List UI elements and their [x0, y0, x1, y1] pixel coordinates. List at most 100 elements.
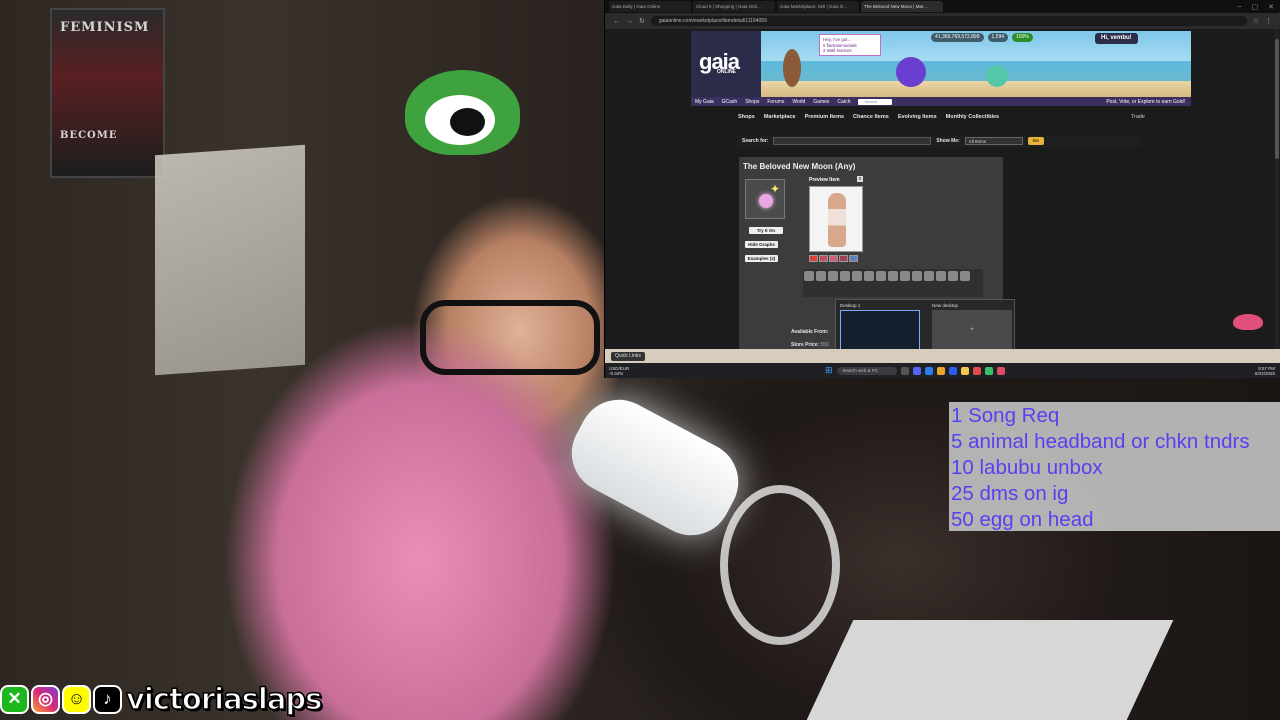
market-search-input[interactable] [773, 137, 932, 145]
browser-tab[interactable]: Gaia Marketplace: Sell | Gaia O… [777, 1, 859, 12]
subnav-evolving[interactable]: Evolving Items [898, 114, 937, 120]
variant-icon[interactable] [840, 271, 850, 281]
variant-icon[interactable] [936, 271, 946, 281]
store-price: Store Price: 550 [791, 342, 829, 348]
pink-pet-sprite [1233, 314, 1263, 330]
trade-link[interactable]: Trade [1131, 114, 1145, 120]
social-handles: ✕ ◎ ☺ ♪ victoriaslaps [0, 681, 323, 717]
app-icon[interactable] [924, 366, 933, 375]
currency-bar: 41,369,769,572,899 1,594 100% [931, 33, 1033, 42]
app-icon[interactable] [996, 366, 1005, 375]
subnav-marketplace[interactable]: Marketplace [764, 114, 796, 120]
maximize-icon[interactable]: ▢ [1252, 3, 1259, 11]
folder-icon[interactable] [960, 366, 969, 375]
url-field[interactable]: gaiaonline.com/marketplace/itemdetail/11… [650, 16, 1247, 26]
try-on-button[interactable]: Try It On [749, 227, 783, 234]
forward-icon[interactable]: → [626, 18, 633, 25]
reload-icon[interactable]: ↻ [639, 17, 645, 25]
swatch[interactable] [829, 255, 838, 262]
pet-sprite [986, 65, 1008, 87]
user-greeting[interactable]: Hi, vembu! [1095, 33, 1138, 44]
chrome-icon[interactable] [936, 366, 945, 375]
new-desktop-button[interactable]: + [932, 310, 1012, 350]
subnav-shops[interactable]: Shops [738, 114, 755, 120]
variant-icon[interactable] [900, 271, 910, 281]
swatch[interactable] [809, 255, 818, 262]
subnav-premium[interactable]: Premium Items [805, 114, 844, 120]
browser-tab[interactable]: Gaia Daily | Gaia Online [609, 1, 691, 12]
social-handle-text: victoriaslaps [125, 681, 323, 717]
subnav-monthly[interactable]: Monthly Collectibles [946, 114, 999, 120]
available-from-label: Available From: [791, 329, 829, 335]
notification-box[interactable]: Hey, I've got... 5 flamanimanials 2 Wall… [819, 34, 881, 56]
nav-item[interactable]: GCash [722, 99, 738, 105]
desktop1-thumbnail[interactable] [840, 310, 920, 350]
nav-item[interactable]: My Gaia [695, 99, 714, 105]
taskbar-apps: ⊞ Search web & PC [825, 365, 1005, 376]
variant-icon[interactable] [924, 271, 934, 281]
nav-item[interactable]: World [792, 99, 805, 105]
variant-icon[interactable] [948, 271, 958, 281]
gold-count: 41,369,769,572,899 [931, 33, 984, 42]
system-tray[interactable]: 8:57 PM 8/22/2025 [1255, 366, 1280, 376]
banner-sea [691, 61, 1191, 81]
discord-icon[interactable] [912, 366, 921, 375]
sparkle-icon: ✦ [770, 182, 781, 196]
back-icon[interactable]: ← [613, 18, 620, 25]
color-swatches [809, 255, 858, 262]
swatch[interactable] [819, 255, 828, 262]
swatch[interactable] [849, 255, 858, 262]
gaia-banner: gaia ONLINE Hey, I've got... 5 flamanima… [691, 31, 1191, 97]
variant-icon[interactable] [912, 271, 922, 281]
nav-item[interactable]: Shops [745, 99, 759, 105]
logo-box[interactable]: gaia ONLINE [691, 31, 761, 97]
variant-icon[interactable] [960, 271, 970, 281]
app-icon[interactable] [948, 366, 957, 375]
market-search-row: Search for: Show Me: All Items Go [737, 135, 1141, 147]
store-price-value: 550 [820, 342, 829, 348]
nav-item[interactable]: Forums [767, 99, 784, 105]
app-icon[interactable] [984, 366, 993, 375]
browser-tab[interactable]: Cloud 9 | Shopping | Gaia Onli… [693, 1, 775, 12]
taskbar-search[interactable]: Search web & PC [836, 366, 897, 375]
minimize-icon[interactable]: – [1238, 3, 1242, 11]
variant-icon[interactable] [816, 271, 826, 281]
subnav-chance[interactable]: Chance Items [853, 114, 889, 120]
quick-links-chip[interactable]: Quick Links [611, 351, 645, 361]
variant-icon[interactable] [888, 271, 898, 281]
swatch[interactable] [839, 255, 848, 262]
variant-icon[interactable] [804, 271, 814, 281]
notice-line[interactable]: 2 Wall Notices [823, 48, 877, 54]
go-button[interactable]: Go [1027, 137, 1044, 145]
examples-button[interactable]: Examples (2) [745, 255, 778, 262]
hide-graphs-button[interactable]: Hide Graphs [745, 241, 778, 248]
nav-search-input[interactable]: Search [858, 98, 893, 105]
page-scrollbar[interactable] [1275, 29, 1279, 349]
gaia-page: gaia ONLINE Hey, I've got... 5 flamanima… [605, 29, 1280, 351]
app-icon[interactable] [900, 366, 909, 375]
variant-icon[interactable] [876, 271, 886, 281]
avatar-preview [809, 186, 863, 252]
item-thumbnail: ✦ [745, 179, 785, 219]
tray-date: 8/22/2025 [1254, 370, 1275, 376]
taskbar-ticker[interactable]: USD/EUR -0.34% [605, 366, 655, 376]
variant-icon[interactable] [864, 271, 874, 281]
instagram-icon: ◎ [31, 684, 60, 714]
browser-tab-active[interactable]: The Beloved New Moon | Mar… [861, 1, 943, 12]
windows-start-icon[interactable]: ⊞ [825, 365, 833, 376]
nav-item[interactable]: Games [813, 99, 829, 105]
variant-icon[interactable] [828, 271, 838, 281]
menu-icon[interactable]: ⋮ [1265, 17, 1272, 25]
snapchat-icon: ☺ [62, 684, 91, 714]
show-me-select[interactable]: All Items [964, 137, 1023, 145]
variant-icon[interactable] [852, 271, 862, 281]
earn-gold-banner[interactable]: Post, Vote, or Explore to earn Gold! [1106, 99, 1191, 105]
windows-taskbar: USD/EUR -0.34% ⊞ Search web & PC 8:57 PM… [605, 363, 1280, 378]
item-variant-strip [803, 269, 983, 297]
nav-item[interactable]: Catch [837, 99, 850, 105]
preview-close-button[interactable]: x [857, 176, 863, 182]
star-icon[interactable]: ☆ [1253, 17, 1259, 25]
scroll-thumb[interactable] [1275, 39, 1279, 159]
app-icon[interactable] [972, 366, 981, 375]
close-icon[interactable]: ✕ [1268, 3, 1274, 11]
